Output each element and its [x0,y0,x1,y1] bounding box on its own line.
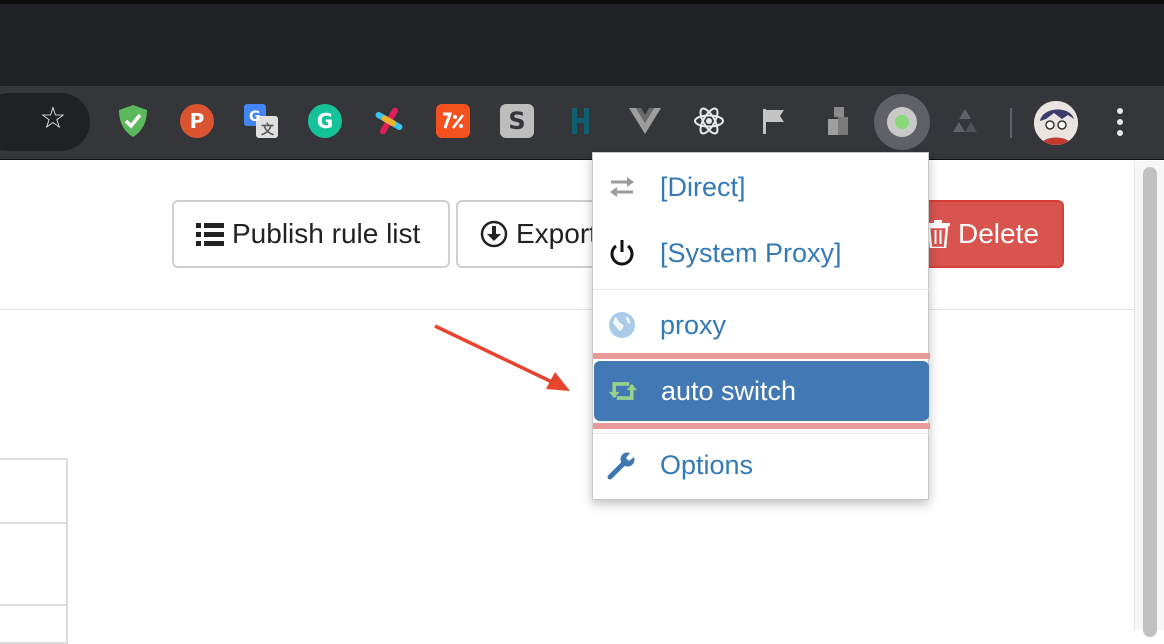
menu-item-system-proxy[interactable]: [System Proxy] [593,223,930,283]
menu-item-options[interactable]: Options [593,435,930,495]
s-extension-icon[interactable]: S [500,104,534,138]
blocks-icon[interactable] [820,104,854,138]
scrollbar-thumb[interactable] [1143,167,1157,637]
table-cell [0,604,68,644]
switchyomega-indicator [887,107,917,137]
svg-text:G: G [249,109,261,125]
retweet-icon [608,376,638,406]
titlebar-edge [0,0,1164,4]
flag-icon[interactable] [756,104,790,138]
header-divider [0,309,1134,310]
publish-rule-list-label: Publish rule list [232,218,421,249]
options-page: Publish rule list Export Delete [0,161,1134,644]
table-cell [0,458,68,524]
publish-rule-list-button[interactable]: Publish rule list [172,200,450,268]
adguard-shield-icon[interactable] [116,104,150,138]
table-cell [0,522,68,606]
menu-item-label: auto switch [661,375,797,406]
highlight-border [593,423,930,429]
menu-item-label: [Direct] [660,171,746,202]
menu-item-proxy[interactable]: proxy [593,295,930,355]
svg-text:文: 文 [261,122,275,138]
profile-avatar[interactable] [1034,101,1078,145]
browser-toolbar: ☆ P G文 G S [0,86,1164,160]
menu-item-label: Options [660,449,754,480]
slack-icon[interactable] [372,104,406,138]
menu-item-label: [System Proxy] [660,237,842,268]
menu-item-label: proxy [660,309,727,340]
postman-icon[interactable] [436,104,470,138]
recycle-icon[interactable] [948,104,982,138]
grammarly-icon[interactable]: G [308,104,342,138]
google-translate-icon[interactable]: G文 [244,104,278,138]
page-scrollbar[interactable] [1134,161,1164,637]
react-devtools-icon[interactable] [692,104,726,138]
proxy-popup-menu: [Direct] [System Proxy] proxy auto switc… [592,152,930,500]
download-icon [480,220,508,248]
menu-divider [593,433,930,434]
star-icon[interactable]: ☆ [36,102,70,136]
globe-icon [607,310,637,340]
menu-item-direct[interactable]: [Direct] [593,157,930,217]
highlight-border [593,353,930,359]
swap-arrows-icon [607,172,637,202]
producthunt-icon[interactable]: P [180,104,214,138]
dashlane-icon[interactable] [564,104,598,138]
power-icon [607,238,637,268]
toolbar-separator [1010,108,1012,138]
vue-devtools-icon[interactable] [628,104,662,138]
list-icon [196,222,224,246]
browser-titlebar [0,0,1164,86]
menu-divider [593,289,930,290]
wrench-icon [607,450,637,480]
switchyomega-icon[interactable] [874,94,930,150]
browser-menu-icon[interactable] [1108,104,1132,140]
export-label: Export [516,218,597,249]
delete-label: Delete [958,218,1039,249]
menu-item-auto-switch[interactable]: auto switch [594,361,929,421]
